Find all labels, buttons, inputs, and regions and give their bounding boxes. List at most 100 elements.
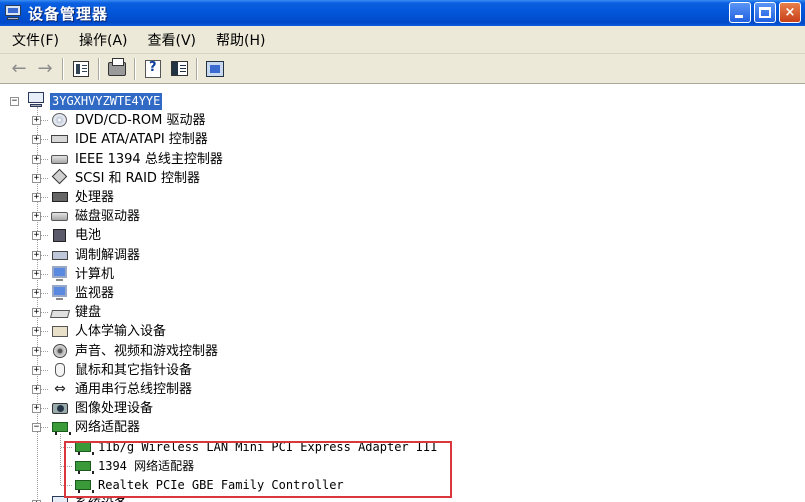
device-category-row[interactable]: − 网络适配器 [0,418,805,437]
device-category-row[interactable]: + SCSI 和 RAID 控制器 [0,168,805,188]
collapse-toggle[interactable]: − [32,423,41,433]
device-category-row[interactable]: + 调制解调器 [0,246,805,265]
collapse-toggle[interactable]: − [10,97,19,106]
menu-bar: 文件(F) 操作(A) 查看(V) 帮助(H) [0,26,805,54]
device-category-label: 监视器 [75,286,115,301]
help-icon: ? [145,59,161,78]
expand-toggle[interactable]: + [32,154,41,164]
battery-icon [51,227,69,243]
device-category-row[interactable]: + IDE ATA/ATAPI 控制器 [0,130,805,149]
device-category-label: 处理器 [75,190,115,205]
device-category-row[interactable]: + 人体学输入设备 [0,322,805,341]
device-category-row[interactable]: + 图像处理设备 [0,399,805,418]
device-tree[interactable]: − 3YGXHVYZWTE4YYE + DVD/CD-ROM 驱动器 + IDE ATA/… [0,85,805,502]
tree-guide-line [61,465,72,467]
device-category-row[interactable]: + 声音、视频和游戏控制器 [0,342,805,361]
device-category-row[interactable]: + 键盘 [0,303,805,322]
properties-button[interactable] [167,57,191,81]
device-category-row[interactable]: + 处理器 [0,188,805,207]
menu-file[interactable]: 文件(F) [4,30,67,50]
scsi-icon [51,168,69,186]
maximize-button[interactable] [754,2,776,23]
device-category-row[interactable]: +系统设备 [0,495,805,502]
expand-toggle[interactable]: + [32,250,41,260]
network-adapter-label: 11b/g Wireless LAN Mini PCI Express Adap… [98,439,438,454]
toolbar-separator [134,57,136,80]
device-category-label: IEEE 1394 总线主控制器 [75,151,223,167]
show-hide-console-tree-button[interactable] [69,57,93,81]
tree-guide-line [61,446,72,448]
device-category-label: 图像处理设备 [75,401,154,417]
back-button[interactable]: ← [7,57,31,81]
device-category-row[interactable]: + 鼠标和其它指针设备 [0,361,805,380]
device-category-label: IDE ATA/ATAPI 控制器 [75,132,208,148]
tree-root-row[interactable]: − 3YGXHVYZWTE4YYE [0,92,805,111]
menu-help[interactable]: 帮助(H) [208,30,273,50]
device-category-row[interactable]: + ⇔ 通用串行总线控制器 [0,380,805,399]
keyboard-icon [49,304,71,320]
expand-toggle[interactable]: + [32,385,41,394]
scan-hardware-icon [206,60,224,77]
print-button[interactable] [105,57,129,81]
network-adapter-label: Realtek PCIe GBE Family Controller [98,478,344,492]
network-adapter-icon [74,477,94,493]
device-category-row[interactable]: + 电池 [0,226,805,245]
properties-icon [170,61,188,76]
imaging-icon [51,400,69,416]
expand-toggle[interactable]: + [32,289,41,298]
computer-icon [27,92,45,108]
device-category-row[interactable]: + 监视器 [0,284,805,303]
device-category-label: 通用串行总线控制器 [75,382,193,397]
printer-icon [108,57,126,76]
network-adapter-label: 1394 网络适配器 [98,458,195,473]
expand-toggle[interactable]: + [32,135,41,145]
scan-hardware-button[interactable] [203,57,227,81]
title-bar[interactable]: 设备管理器 × [0,0,805,26]
device-category-row[interactable]: + DVD/CD-ROM 驱动器 [0,111,805,130]
device-manager-window: 设备管理器 × 文件(F) 操作(A) 查看(V) 帮助(H) ← → ? − 3… [0,0,805,502]
expand-toggle[interactable]: + [32,327,41,337]
device-category-row[interactable]: + 计算机 [0,265,805,284]
hid-icon [51,323,69,339]
minimize-button[interactable] [729,2,751,23]
window-controls: × [729,2,801,23]
ide-controller-icon [51,131,69,147]
expand-toggle[interactable]: + [32,173,41,183]
network-adapter-row[interactable]: Realtek PCIe GBE Family Controller [0,476,805,495]
device-category-row[interactable]: + IEEE 1394 总线主控制器 [0,150,805,169]
disc-icon [51,112,69,128]
expand-toggle[interactable]: + [32,346,41,356]
expand-toggle[interactable]: + [32,269,41,279]
device-category-label: 网络适配器 [75,420,141,436]
menu-view[interactable]: 查看(V) [140,30,205,50]
expand-toggle[interactable]: + [32,308,41,318]
expand-toggle[interactable]: + [32,193,41,202]
network-adapter-row[interactable]: 1394 网络适配器 [0,457,805,476]
device-category-row[interactable]: + 磁盘驱动器 [0,207,805,226]
device-category-label: 调制解调器 [75,247,141,263]
ieee1394-icon [51,151,69,167]
expand-toggle[interactable]: + [32,404,41,414]
forward-arrow-icon: → [37,58,53,79]
network-adapter-row[interactable]: 11b/g Wireless LAN Mini PCI Express Adap… [0,438,805,457]
device-category-label: 磁盘驱动器 [75,209,141,225]
expand-toggle[interactable]: + [32,116,41,126]
disk-drive-icon [51,208,69,224]
close-button[interactable]: × [779,2,801,23]
expand-toggle[interactable]: + [32,212,41,222]
help-button[interactable]: ? [141,57,165,81]
forward-button[interactable]: → [33,57,57,81]
window-title: 设备管理器 [28,4,109,23]
device-category-label: DVD/CD-ROM 驱动器 [75,113,206,129]
maximize-icon [759,7,771,18]
expand-toggle[interactable]: + [32,231,41,241]
sound-icon [51,343,69,359]
device-manager-icon [4,5,22,21]
device-category-label: 声音、视频和游戏控制器 [75,343,219,359]
menu-action[interactable]: 操作(A) [71,30,136,50]
minimize-icon [735,15,743,18]
expand-toggle[interactable]: + [32,365,41,375]
network-adapter-icon [74,439,94,455]
console-tree-icon [73,60,89,77]
mouse-icon [51,362,69,378]
